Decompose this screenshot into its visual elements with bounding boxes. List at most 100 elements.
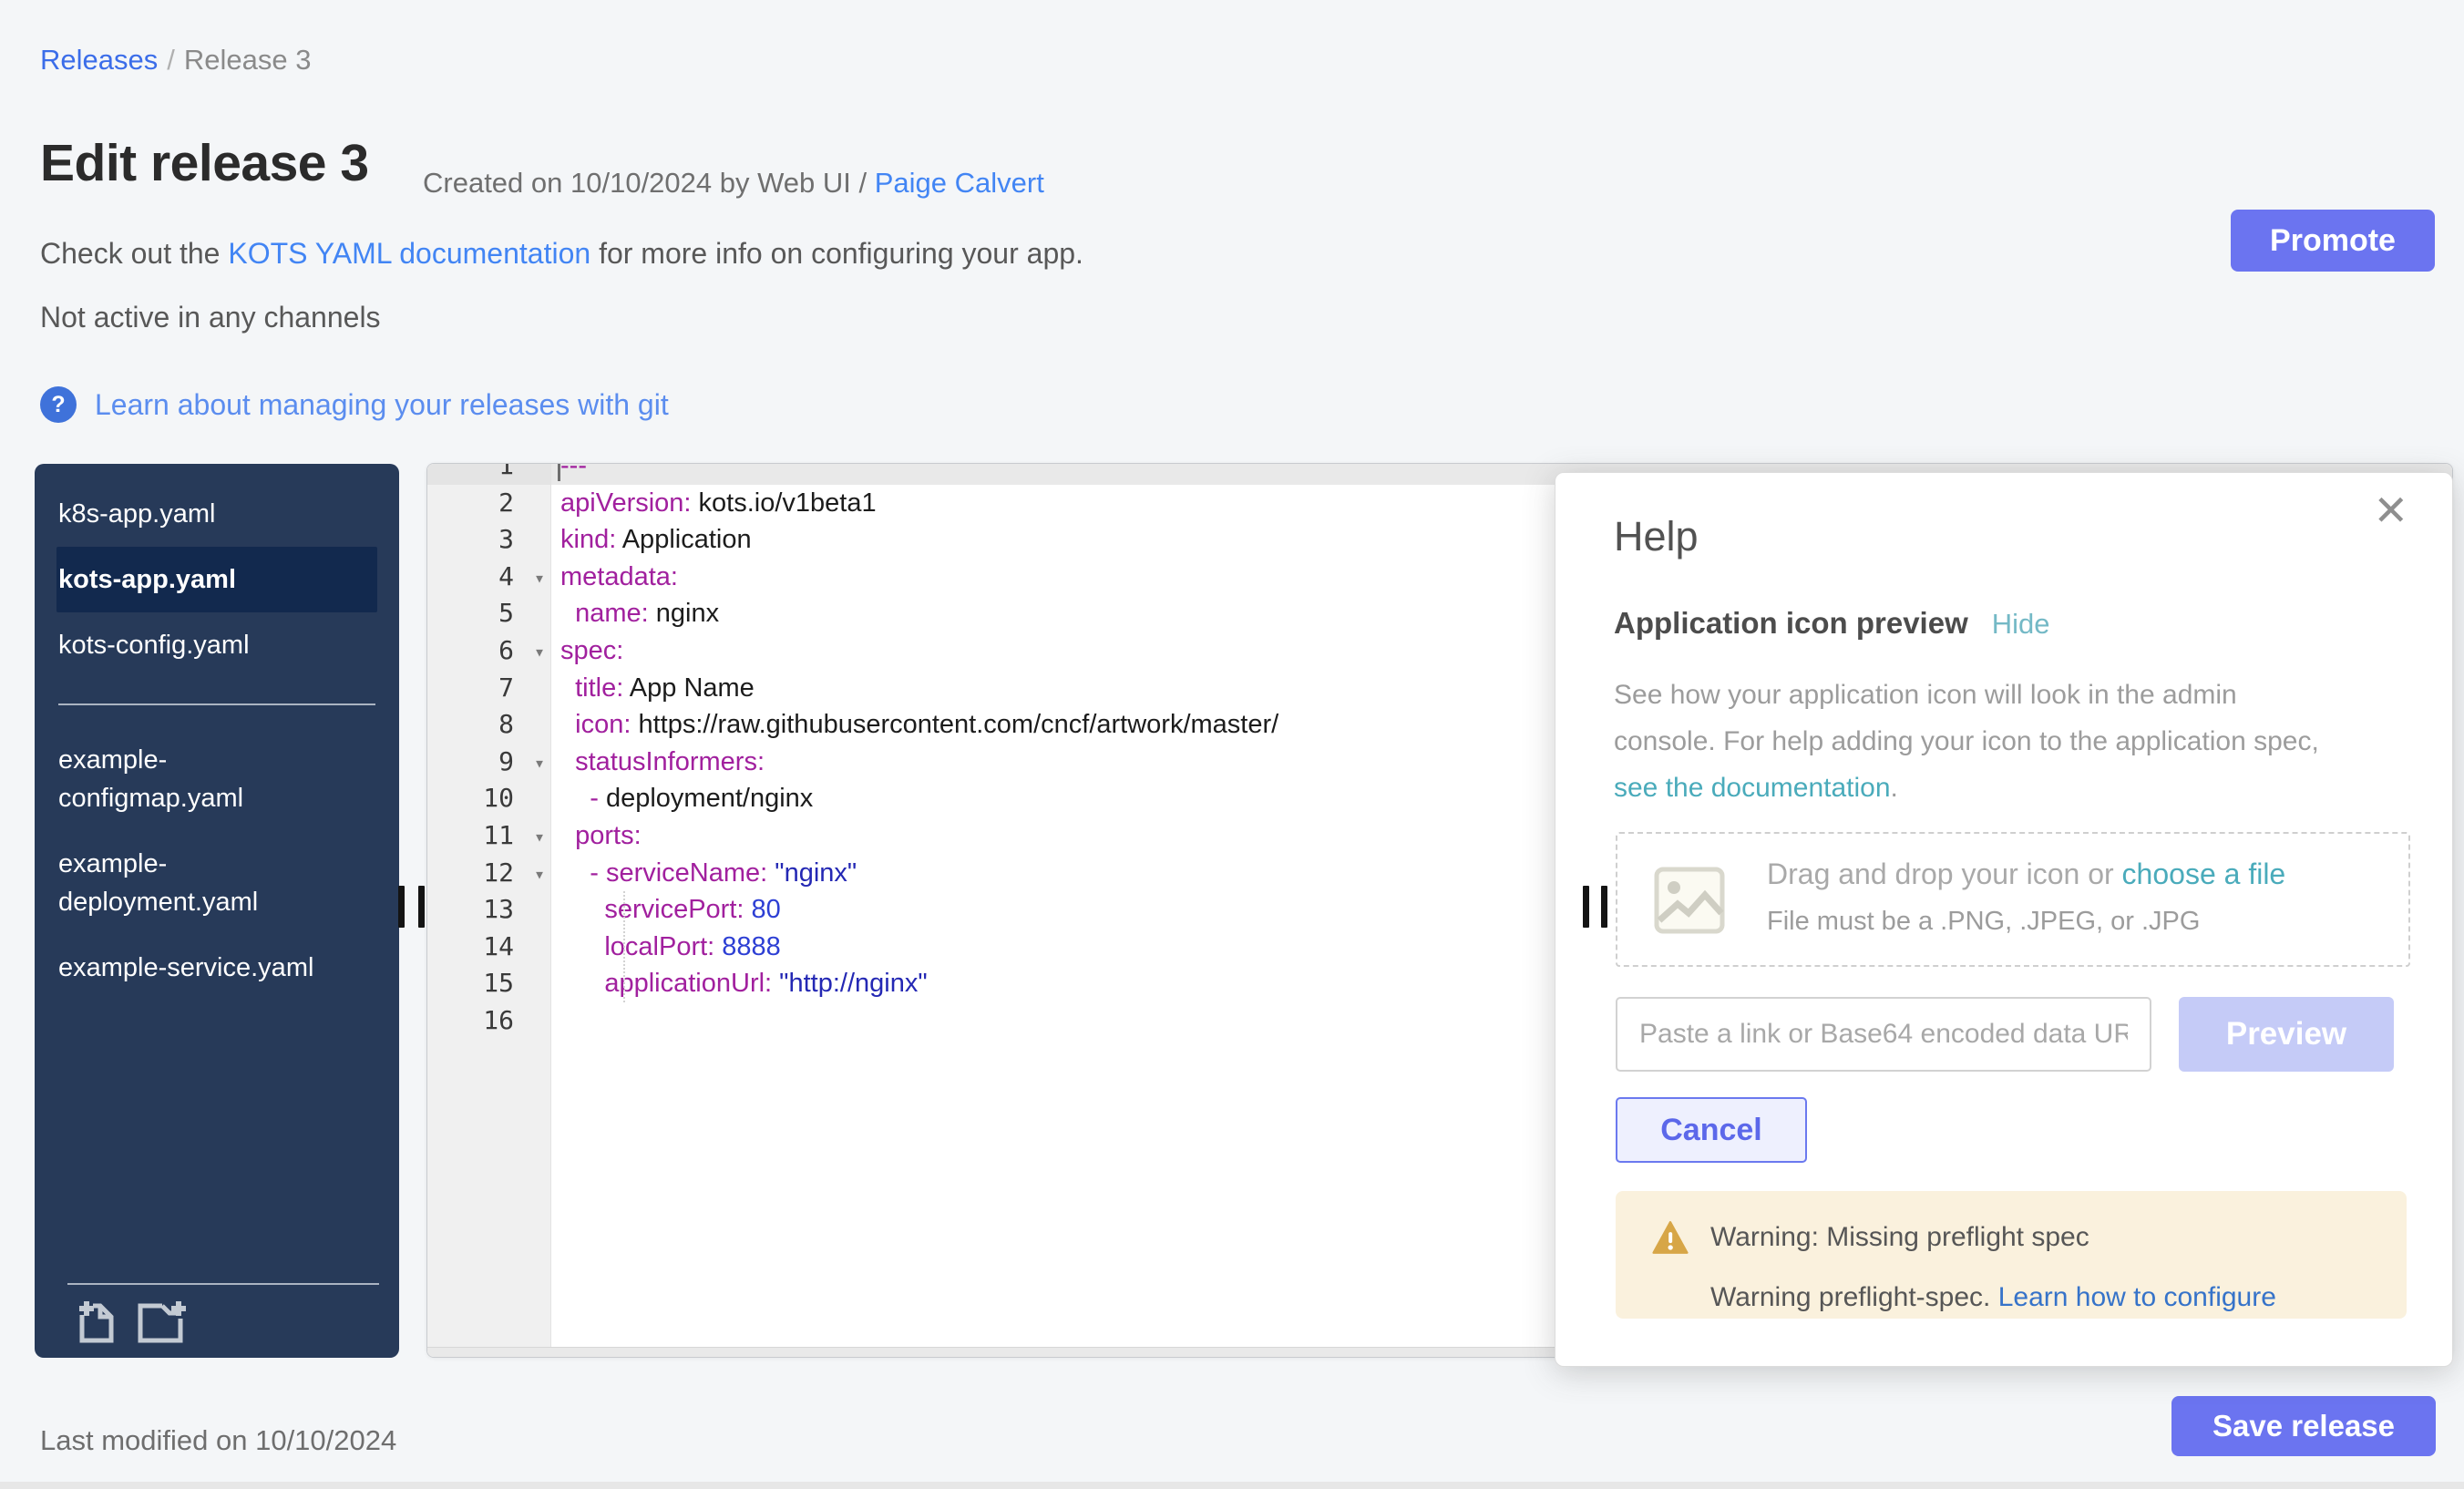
warning-icon [1652,1220,1689,1259]
file-tab-example-deployment.yaml[interactable]: example-deployment.yaml [56,831,377,935]
code-token: kots.io/v1beta1 [699,488,877,518]
code-token [560,932,604,961]
warning-text-prefix: Warning preflight-spec. [1710,1282,1998,1312]
code-token: icon: [575,710,638,739]
file-tab-example-configmap.yaml[interactable]: example-configmap.yaml [56,727,377,831]
promote-button[interactable]: Promote [2231,210,2435,272]
code-token [560,969,604,998]
file-tab-kots-config.yaml[interactable]: kots-config.yaml [56,612,377,678]
help-resize-handle-bar-1[interactable] [1583,886,1589,928]
code-token: "nginx" [775,858,857,888]
code-token [560,710,575,739]
indent-guide [623,891,625,1002]
hide-link[interactable]: Hide [1992,608,2050,640]
icon-url-input[interactable] [1616,997,2151,1072]
description-line-1: See how your application icon will look … [1614,672,2319,718]
created-by-link[interactable]: Paige Calvert [875,167,1044,199]
docs-sentence-post: for more info on configuring your app. [590,237,1083,270]
gutter-line-10: 10 [427,780,550,817]
code-token [560,821,575,850]
help-resize-handle-bar-2[interactable] [1601,886,1607,928]
gutter-line-13: 13 [427,891,550,929]
code-token: nginx [656,599,719,628]
choose-file-link[interactable]: choose a file [2122,857,2286,890]
channel-status: Not active in any channels [40,301,381,334]
cancel-button[interactable]: Cancel [1616,1097,1807,1163]
preview-button[interactable]: Preview [2179,997,2394,1072]
file-list: k8s-app.yamlkots-app.yamlkots-config.yam… [35,464,399,1001]
file-group-divider [58,703,375,705]
gutter-line-4: 4▾ [427,559,550,596]
see-docs-link[interactable]: see the documentation [1614,773,1891,803]
code-token [560,784,590,813]
fold-arrow-icon[interactable]: ▾ [534,818,545,856]
gutter-line-15: 15 [427,965,550,1002]
code-token: localPort: [604,932,722,961]
code-token: deployment/nginx [606,784,813,813]
code-token: apiVersion: [560,488,699,518]
code-token: "http://nginx" [779,969,927,998]
code-token: 8888 [722,932,781,961]
file-tab-kots-app.yaml[interactable]: kots-app.yaml [56,547,377,612]
file-tab-example-service.yaml[interactable]: example-service.yaml [56,935,377,1001]
git-help-link[interactable]: Learn about managing your releases with … [95,388,669,422]
created-text: Created on 10/10/2024 by Web UI / Paige … [423,167,1044,200]
code-token: title: [575,673,630,703]
sidebar-file-actions [77,1299,190,1350]
fold-arrow-icon[interactable]: ▾ [534,744,545,782]
gutter-line-5: 5 [427,595,550,632]
page-title: Edit release 3 [40,133,369,193]
new-file-icon[interactable] [77,1299,117,1350]
code-token [560,895,604,924]
image-placeholder-icon [1654,864,1725,941]
fold-arrow-icon[interactable]: ▾ [534,633,545,671]
code-token: servicePort: [604,895,751,924]
code-token: - [590,784,606,813]
fold-arrow-icon[interactable]: ▾ [534,560,545,597]
description-line-3: see the documentation. [1614,765,2319,811]
code-token: ports: [575,821,642,850]
sidebar-resize-handle-bar-1[interactable] [398,886,405,928]
code-token [560,673,575,703]
dropzone-text: Drag and drop your icon or choose a file [1767,857,2285,891]
gutter-line-3: 3 [427,521,550,559]
breadcrumb-separator: / [167,44,175,76]
code-token: spec: [560,636,623,665]
sidebar-resize-handle-bar-2[interactable] [418,886,425,928]
gutter-line-14: 14 [427,929,550,966]
help-title: Help [1614,513,1699,560]
kots-yaml-docs-link[interactable]: KOTS YAML documentation [228,237,590,270]
code-token: name: [575,599,656,628]
gutter-line-9: 9▾ [427,744,550,781]
description-line-2: console. For help adding your icon to th… [1614,718,2319,765]
code-token [560,747,575,776]
breadcrumb-releases-link[interactable]: Releases [40,44,158,76]
breadcrumb-current: Release 3 [184,44,312,76]
text-cursor [558,463,560,481]
question-icon: ? [40,386,77,423]
save-release-button[interactable]: Save release [2171,1396,2436,1456]
code-token: - serviceName: [590,858,775,888]
file-tab-k8s-app.yaml[interactable]: k8s-app.yaml [56,481,377,547]
icon-dropzone[interactable]: Drag and drop your icon or choose a file… [1616,832,2410,967]
file-sidebar: k8s-app.yamlkots-app.yamlkots-config.yam… [35,464,399,1358]
new-folder-icon[interactable] [135,1299,190,1350]
gutter-line-7: 7 [427,670,550,707]
warning-configure-link[interactable]: Learn how to configure [1998,1282,2276,1312]
gutter-line-6: 6▾ [427,632,550,670]
gutter-lines: 1234▾56▾789▾1011▾12▾13141516 [427,463,550,1040]
code-token: applicationUrl: [604,969,779,998]
code-token: App Name [630,673,755,703]
gutter-line-11: 11▾ [427,817,550,855]
code-token: 80 [752,895,781,924]
release-editor-page: Releases / Release 3 Edit release 3 Create… [0,0,2464,1489]
gutter-line-8: 8 [427,706,550,744]
close-icon[interactable]: ✕ [2373,489,2408,531]
dropzone-text-pre: Drag and drop your icon or [1767,857,2122,890]
code-token: https://raw.githubusercontent.com/cncf/a… [638,710,1278,739]
icon-preview-description: See how your application icon will look … [1614,672,2319,811]
docs-sentence-pre: Check out the [40,237,228,270]
code-token [560,858,590,888]
fold-arrow-icon[interactable]: ▾ [534,856,545,893]
warning-text: Warning preflight-spec. Learn how to con… [1710,1282,2276,1313]
